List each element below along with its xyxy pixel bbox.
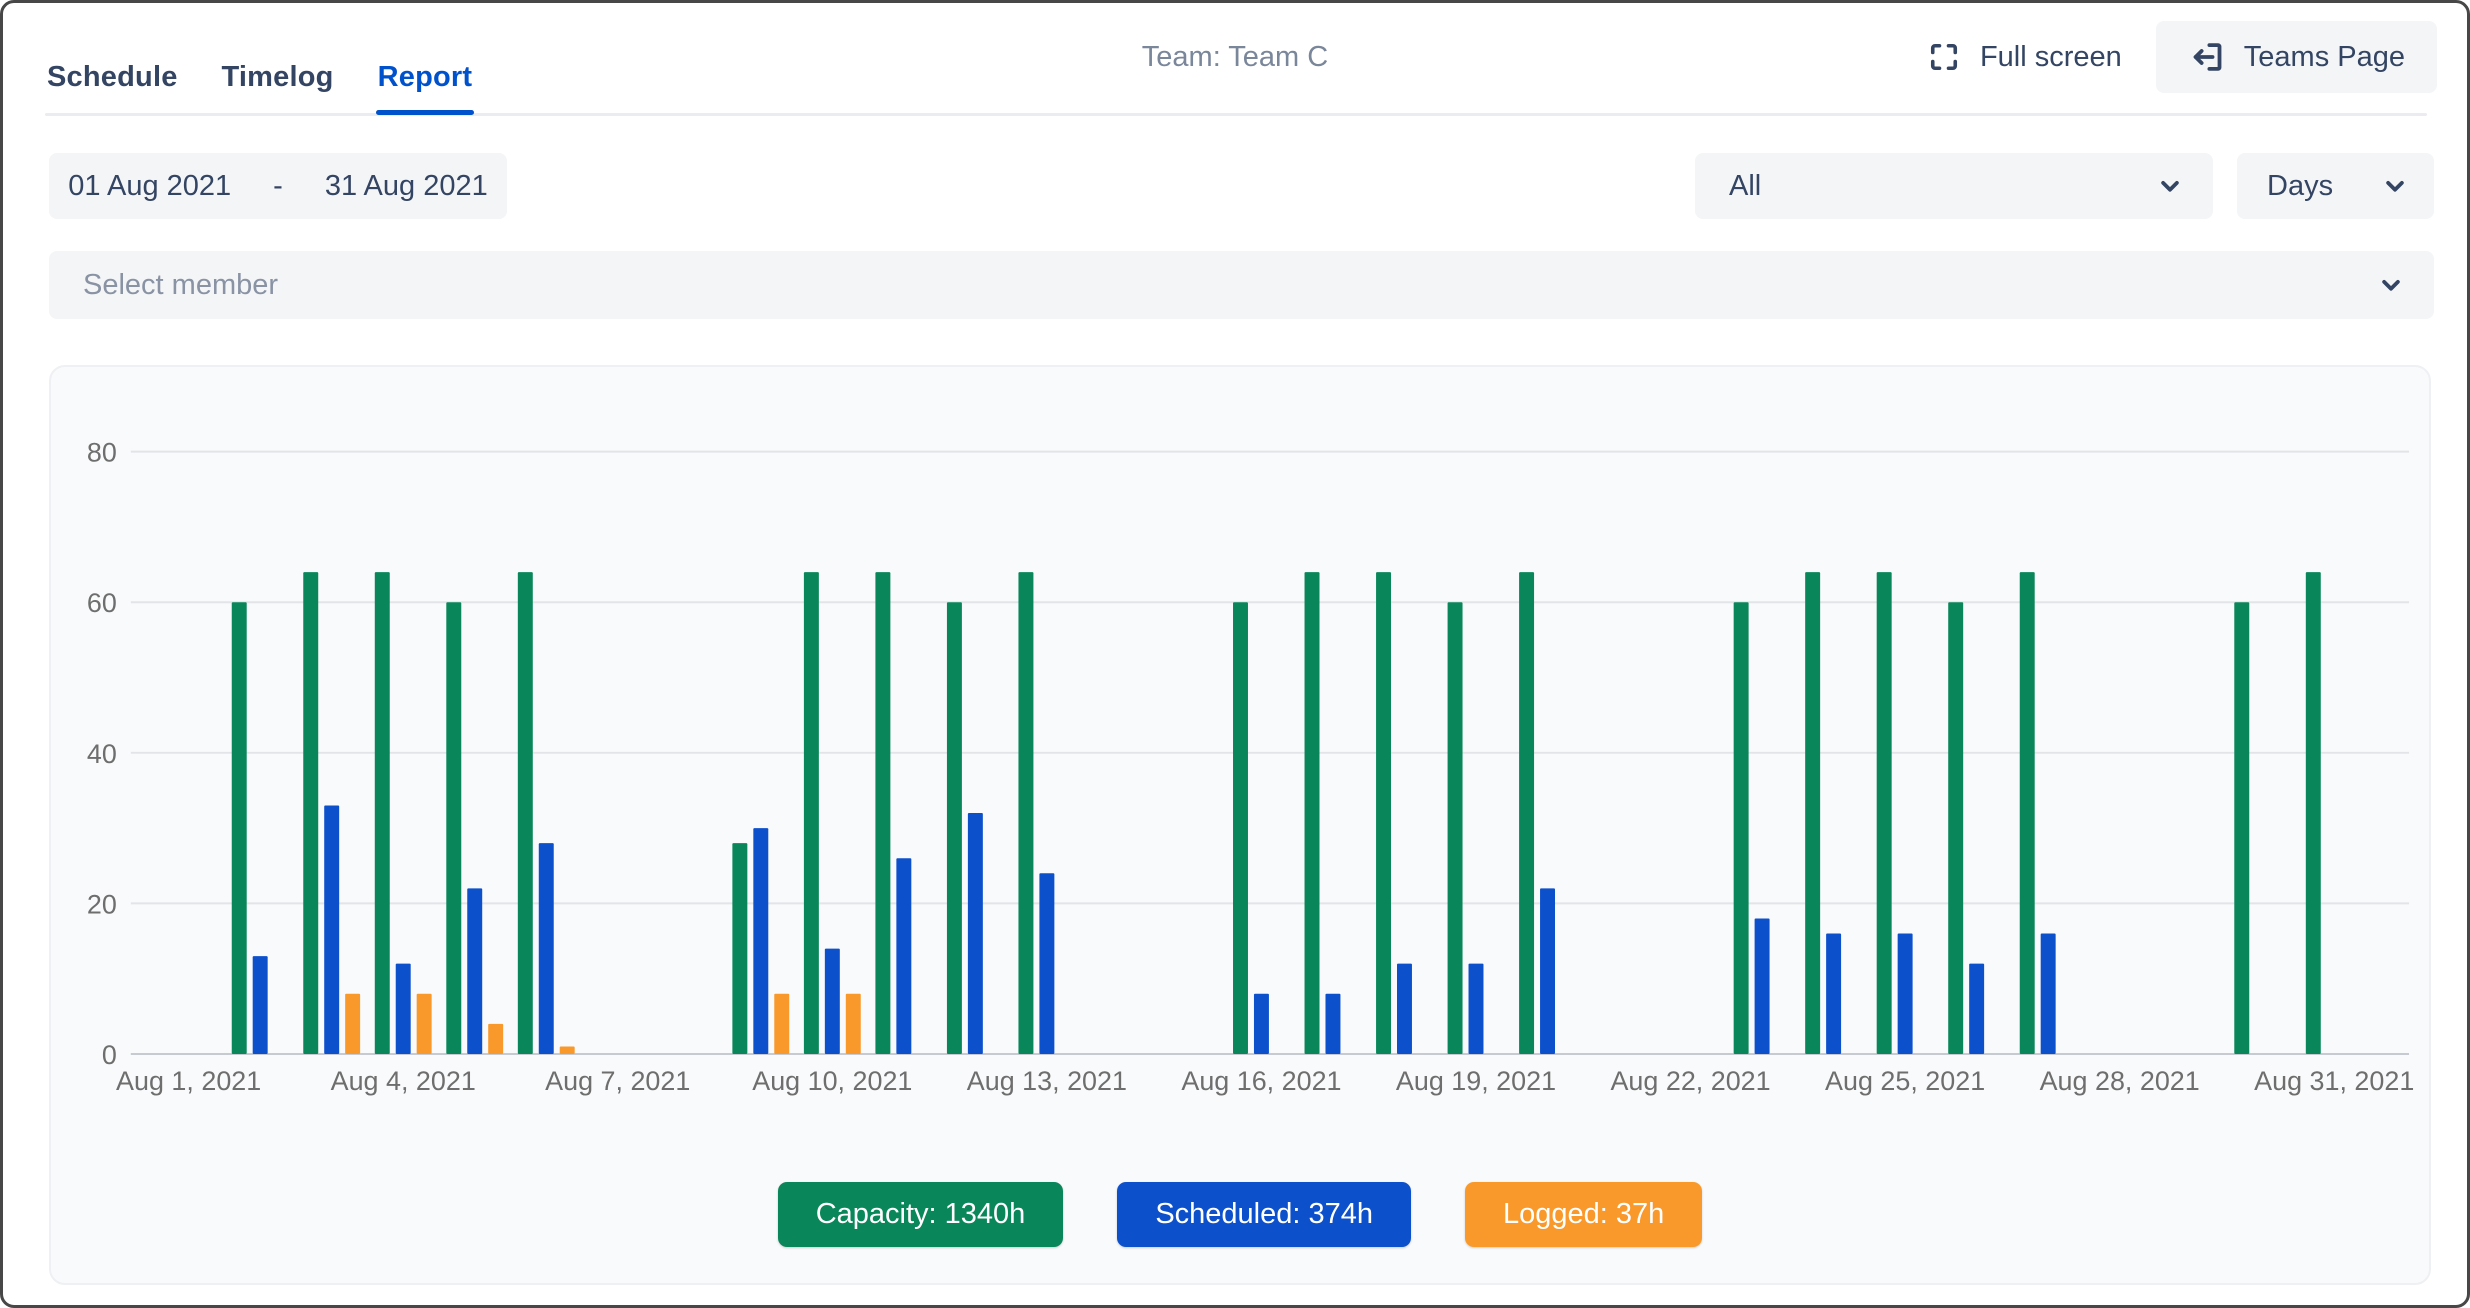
x-tick-aug-31-2021: Aug 31, 2021 [2254,1066,2414,1096]
date-separator: - [273,170,283,203]
tab-schedule[interactable]: Schedule [45,59,180,94]
bar-capacity-day13 [1018,572,1033,1054]
bar-capacity-day6 [518,572,533,1054]
bar-capacity-day30 [2234,602,2249,1054]
bar-capacity-day18 [1376,572,1391,1054]
tab-bar: Schedule Timelog Report [45,59,474,94]
teams-page-button[interactable]: Teams Page [2156,21,2437,93]
chevron-down-icon [2380,171,2410,201]
bar-capacity-day5 [446,602,461,1054]
bar-scheduled-day6 [539,843,554,1054]
bar-capacity-day12 [947,602,962,1054]
bar-scheduled-day11 [896,858,911,1054]
bar-logged-day5 [488,1024,503,1054]
legend-logged[interactable]: Logged: 37h [1465,1182,1702,1247]
x-tick-aug-13-2021: Aug 13, 2021 [967,1066,1127,1096]
x-tick-aug-28-2021: Aug 28, 2021 [2040,1066,2200,1096]
bar-scheduled-day27 [2041,934,2056,1054]
fullscreen-button[interactable]: Full screen [1918,39,2130,75]
bar-scheduled-day13 [1039,873,1054,1054]
x-tick-aug-22-2021: Aug 22, 2021 [1610,1066,1770,1096]
date-to: 31 Aug 2021 [325,170,488,203]
bar-capacity-day3 [303,572,318,1054]
bar-scheduled-day12 [968,813,983,1054]
report-chart-panel: 80 60 40 20 0Aug 1, 2021 Aug 4, 2021 Aug 7, 20… [49,365,2431,1285]
app-window: ScheduleTimelogReport Team: Team C Full … [0,0,2470,1308]
header-actions: Full screen Teams Page [1918,21,2437,93]
bar-capacity-day24 [1805,572,1820,1054]
bar-logged-day3 [345,994,360,1054]
bar-capacity-day11 [875,572,890,1054]
bar-scheduled-day9 [753,828,768,1054]
date-range-picker[interactable]: 01 Aug 2021 - 31 Aug 2021 [49,153,507,219]
bar-capacity-day17 [1305,572,1320,1054]
tab-timelog[interactable]: Timelog [220,59,336,94]
x-tick-aug-16-2021: Aug 16, 2021 [1181,1066,1341,1096]
filter-all-value: All [1729,170,1761,203]
chevron-down-icon [2155,171,2185,201]
member-select-placeholder: Select member [83,269,278,302]
bar-capacity-day16 [1233,602,1248,1054]
x-tick-aug-19-2021: Aug 19, 2021 [1396,1066,1556,1096]
x-tick-aug-1-2021: Aug 1, 2021 [116,1066,261,1096]
capacity-bar-chart: 80 60 40 20 0Aug 1, 2021 Aug 4, 2021 Aug 7, 20… [51,367,2429,1283]
tab-report[interactable]: Report [376,59,475,94]
bar-scheduled-day19 [1469,964,1484,1054]
bar-logged-day10 [846,994,861,1054]
bar-scheduled-day4 [396,964,411,1054]
filter-all-dropdown[interactable]: All [1695,153,2213,219]
member-select-dropdown[interactable]: Select member [49,251,2434,319]
chart-legend: Capacity: 1340h Scheduled: 374h Logged: 37… [51,1182,2429,1247]
fullscreen-label: Full screen [1980,41,2122,74]
bar-capacity-day9 [732,843,747,1054]
x-tick-aug-25-2021: Aug 25, 2021 [1825,1066,1985,1096]
fullscreen-icon [1926,39,1962,75]
x-tick-aug-7-2021: Aug 7, 2021 [545,1066,690,1096]
chevron-down-icon [2376,270,2406,300]
legend-capacity[interactable]: Capacity: 1340h [778,1182,1064,1247]
granularity-dropdown[interactable]: Days [2237,153,2434,219]
x-tick-aug-10-2021: Aug 10, 2021 [752,1066,912,1096]
bar-scheduled-day3 [324,806,339,1054]
bar-capacity-day26 [1948,602,1963,1054]
bar-logged-day6 [560,1046,575,1054]
bar-scheduled-day16 [1254,994,1269,1054]
y-tick-80: 80 [87,438,117,468]
legend-scheduled[interactable]: Scheduled: 374h [1117,1182,1411,1247]
bar-capacity-day23 [1734,602,1749,1054]
bar-scheduled-day18 [1397,964,1412,1054]
bar-scheduled-day25 [1898,934,1913,1054]
bar-scheduled-day2 [253,956,268,1054]
y-tick-60: 60 [87,588,117,618]
y-tick-0: 0 [102,1040,117,1070]
bar-logged-day4 [417,994,432,1054]
bar-capacity-day10 [804,572,819,1054]
y-tick-40: 40 [87,739,117,769]
bar-scheduled-day20 [1540,888,1555,1054]
bar-capacity-day2 [232,602,247,1054]
bar-scheduled-day24 [1826,934,1841,1054]
bar-capacity-day20 [1519,572,1534,1054]
exit-left-arrow-icon [2188,38,2226,76]
bar-scheduled-day5 [467,888,482,1054]
teams-page-label: Teams Page [2244,41,2405,74]
bar-scheduled-day10 [825,949,840,1054]
bar-capacity-day4 [375,572,390,1054]
bar-logged-day9 [774,994,789,1054]
bar-capacity-day25 [1877,572,1892,1054]
granularity-value: Days [2267,170,2333,203]
bar-scheduled-day17 [1325,994,1340,1054]
bar-capacity-day31 [2306,572,2321,1054]
bar-capacity-day27 [2020,572,2035,1054]
date-from: 01 Aug 2021 [68,170,231,203]
y-tick-20: 20 [87,889,117,919]
x-tick-aug-4-2021: Aug 4, 2021 [331,1066,476,1096]
bar-scheduled-day23 [1755,918,1770,1054]
bar-scheduled-day26 [1969,964,1984,1054]
bar-capacity-day19 [1448,602,1463,1054]
